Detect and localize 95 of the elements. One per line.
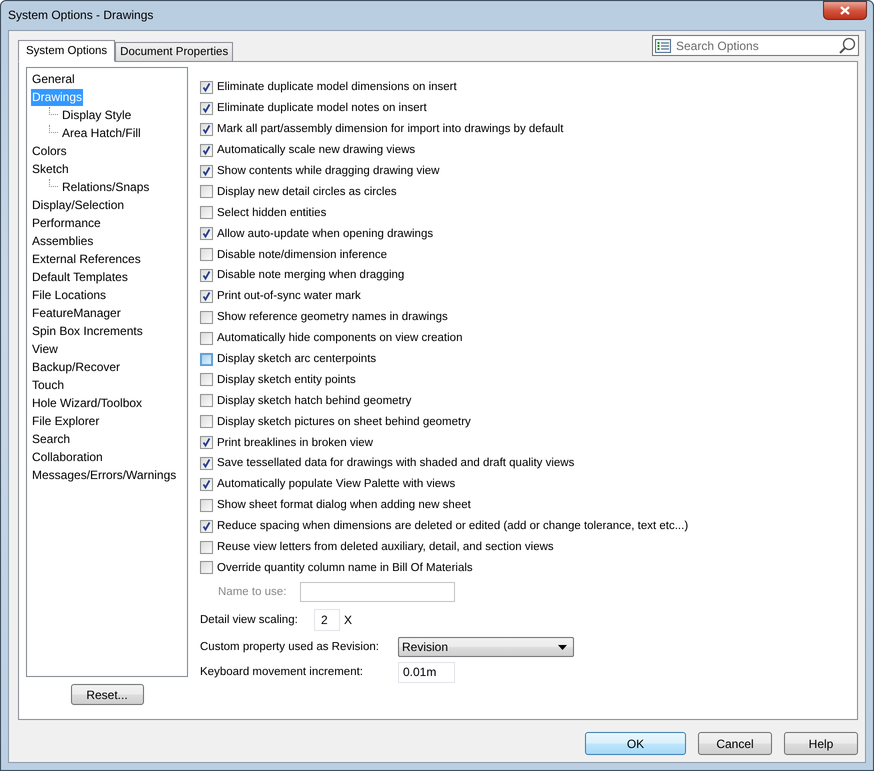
checkbox[interactable] — [200, 561, 213, 574]
checkbox-label: Reuse view letters from deleted auxiliary, detail, and section views — [217, 541, 554, 554]
checkbox-label: Print breaklines in broken view — [217, 436, 373, 449]
tree-connector — [49, 179, 58, 187]
checkbox-label: Reduce spacing when dimensions are deleted or edited (add or change tolerance, text etc...) — [217, 520, 688, 532]
close-icon — [840, 6, 850, 15]
field-label: Detail view scaling: — [200, 614, 299, 626]
tree-item[interactable]: Default Templates — [31, 268, 129, 286]
checkbox[interactable] — [200, 415, 213, 428]
field-label: Keyboard movement increment: — [200, 666, 364, 678]
checkbox[interactable] — [200, 206, 213, 220]
checkbox[interactable] — [200, 164, 213, 178]
checkbox[interactable] — [200, 290, 213, 303]
tree-item[interactable]: Search — [31, 430, 72, 448]
tree-item[interactable]: Relations/Snaps — [61, 178, 150, 196]
checkbox[interactable] — [200, 185, 213, 198]
checkbox-label: Mark all part/assembly dimension for import into drawings by default — [217, 123, 564, 136]
checkbox-label: Print out-of-sync water mark — [217, 290, 361, 302]
tree-item[interactable]: Colors — [31, 142, 68, 160]
tab[interactable]: System Options — [18, 40, 116, 62]
checkbox-label: Automatically scale new drawing views — [217, 144, 416, 156]
caret-icon — [558, 644, 567, 650]
checkbox[interactable] — [200, 373, 213, 386]
checkbox-label: Show contents while dragging drawing view — [217, 165, 440, 177]
unit-label: X — [344, 613, 352, 628]
dialog-button[interactable]: OK — [585, 732, 686, 755]
checkbox[interactable] — [200, 394, 213, 408]
checkbox-label: Select hidden entities — [217, 206, 326, 219]
tree-item[interactable]: External References — [31, 250, 142, 268]
checkbox[interactable] — [200, 80, 213, 94]
checkbox-label: Display new detail circles as circles — [217, 186, 397, 198]
checkbox[interactable] — [200, 332, 213, 345]
tree-item[interactable]: Touch — [31, 376, 66, 394]
tree-item[interactable]: Collaboration — [31, 448, 104, 466]
tree-item[interactable]: General — [31, 70, 76, 88]
tree-item[interactable]: Area Hatch/Fill — [61, 124, 142, 142]
window-title: System Options - Drawings — [8, 8, 154, 22]
checkbox-label: Override quantity column name in Bill Of Materials — [217, 562, 473, 574]
checkbox-label: Automatically hide components on view creation — [217, 332, 462, 344]
tree-item[interactable]: File Locations — [31, 286, 108, 304]
tree-item[interactable]: Assemblies — [31, 232, 94, 250]
checkbox[interactable] — [200, 268, 213, 282]
list-icon — [655, 38, 671, 52]
search-input[interactable]: Search Options — [676, 38, 838, 52]
tab[interactable]: Document Properties — [115, 42, 234, 61]
checkbox-label: Allow auto-update when opening drawings — [217, 228, 434, 240]
checkbox[interactable] — [200, 436, 213, 450]
search-icon — [838, 36, 856, 54]
checkbox-label: Show sheet format dialog when adding new sheet — [217, 499, 471, 512]
checkbox-label: Display sketch entity points — [217, 374, 356, 386]
checkbox[interactable] — [200, 498, 213, 512]
input-field[interactable]: 0.01m — [398, 662, 455, 683]
checkbox[interactable] — [200, 227, 213, 240]
checkbox-label: Disable note merging when dragging — [217, 269, 404, 282]
tree-item[interactable]: Backup/Recover — [31, 358, 122, 376]
checkbox-label: Display sketch hatch behind geometry — [217, 394, 412, 407]
checkbox[interactable] — [200, 520, 213, 533]
tree-item[interactable]: Display Style — [61, 106, 132, 124]
checkbox[interactable] — [200, 144, 213, 157]
checkbox[interactable] — [200, 122, 213, 136]
tree-item[interactable]: File Explorer — [31, 412, 100, 430]
tree-item[interactable]: Spin Box Increments — [31, 322, 144, 340]
checkbox-label: Automatically populate View Palette with views — [217, 478, 456, 490]
search-field[interactable]: Search Options — [652, 35, 859, 56]
tree-item[interactable]: Sketch — [31, 160, 70, 178]
checkbox-label: Eliminate duplicate model notes on insert — [217, 102, 427, 114]
checkbox[interactable] — [200, 310, 213, 324]
close-button[interactable] — [823, 1, 867, 20]
tree-item[interactable]: View — [31, 340, 59, 358]
checkbox[interactable] — [200, 540, 213, 554]
checkbox-label: Display sketch arc centerpoints — [217, 353, 376, 366]
checkbox[interactable] — [200, 478, 213, 491]
field-label: Name to use: — [217, 586, 288, 598]
tree-item[interactable]: Hole Wizard/Toolbox — [31, 394, 144, 412]
tree-item[interactable]: Performance — [31, 214, 102, 232]
dialog-button[interactable]: Cancel — [698, 732, 772, 755]
checkbox[interactable] — [200, 352, 213, 366]
tree-connector — [49, 125, 58, 133]
dropdown[interactable]: Revision — [398, 637, 574, 658]
tree-item[interactable]: Messages/Errors/Warnings — [31, 466, 178, 484]
tree-item[interactable]: FeatureManager — [31, 304, 122, 322]
reset-button[interactable]: Reset... — [70, 684, 144, 705]
checkbox-label: Show reference geometry names in drawings — [217, 311, 448, 324]
checkbox[interactable] — [200, 102, 213, 115]
input-field[interactable]: 2 — [314, 609, 340, 632]
tree-item[interactable]: Display/Selection — [31, 196, 126, 214]
checkbox-label: Display sketch pictures on sheet behind geometry — [217, 416, 471, 428]
checkbox-label: Save tessellated data for drawings with shaded and draft quality views — [217, 457, 574, 470]
checkbox-label: Disable note/dimension inference — [217, 248, 388, 261]
tree-connector — [49, 107, 58, 115]
dialog-button[interactable]: Help — [784, 732, 858, 755]
field-label: Custom property used as Revision: — [200, 641, 380, 654]
checkbox-label: Eliminate duplicate model dimensions on insert — [217, 81, 457, 94]
checkbox[interactable] — [200, 456, 213, 470]
checkbox[interactable] — [200, 248, 213, 262]
